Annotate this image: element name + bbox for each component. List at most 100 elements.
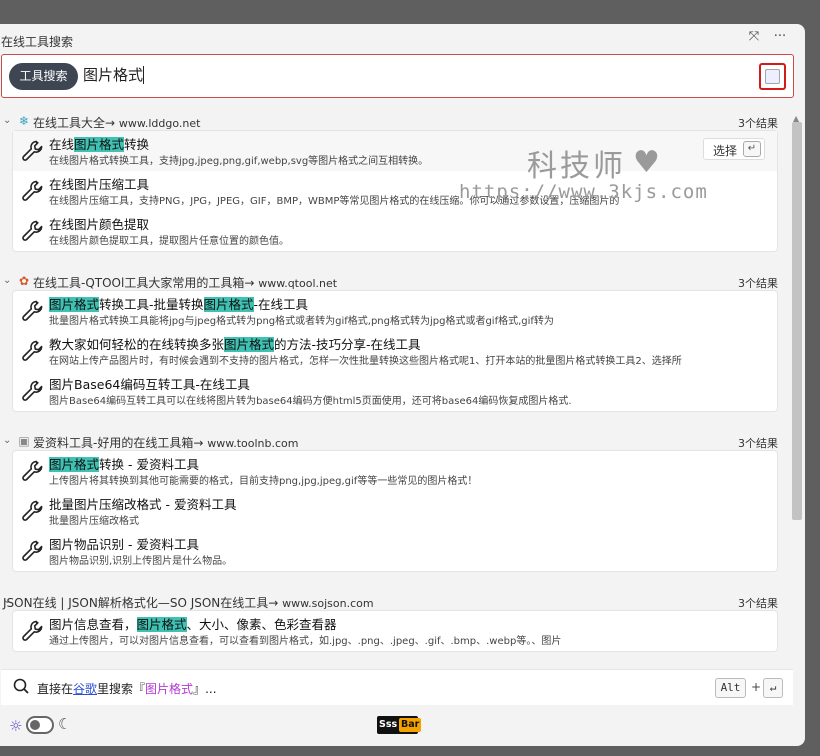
result-item[interactable]: 图片物品识别 - 爱资料工具图片物品识别,识别上传图片是什么物品。	[13, 531, 777, 571]
enter-key-icon: ↵	[743, 141, 761, 157]
group-title[interactable]: JSON在线 | JSON解析格式化—SO JSON在线工具→ www.sojs…	[3, 594, 374, 611]
sun-icon[interactable]: ☼	[9, 717, 22, 735]
more-icon[interactable]: ···	[770, 29, 790, 44]
result-count: 3个结果	[738, 117, 778, 130]
scroll-thumb[interactable]	[792, 122, 802, 520]
result-title[interactable]: 图片信息查看，图片格式、大小、像素、色彩查看器	[49, 614, 337, 633]
result-item[interactable]: 图片Base64编码互转工具-在线工具图片Base64编码互转工具可以在线将图片…	[13, 371, 777, 411]
result-title[interactable]: 在线图片压缩工具	[49, 174, 149, 193]
screenshot-search-button[interactable]	[759, 63, 786, 90]
group-header[interactable]: ⌄ ▣ 爱资料工具-好用的在线工具箱→ www.toolnb.com 3个结果	[0, 432, 790, 452]
results-list: ⌄ ❄ 在线工具大全→ www.lddgo.net 3个结果 在线图片格式转换 在线图片格…	[0, 112, 790, 668]
text-caret	[143, 66, 144, 84]
result-title[interactable]: 图片物品识别 - 爱资料工具	[49, 534, 199, 553]
select-button[interactable]: 选择 ↵	[703, 138, 765, 160]
result-description: 批量图片压缩改格式	[49, 516, 139, 527]
result-count: 3个结果	[738, 597, 778, 610]
result-description: 批量图片格式转换工具能将jpg与jpeg格式转为png格式或者转为gif格式,p…	[49, 316, 554, 327]
qtool-logo-icon: ✿	[18, 274, 30, 288]
wrench-icon	[21, 299, 45, 323]
result-count: 3个结果	[738, 277, 778, 290]
wrench-icon	[21, 139, 45, 163]
web-search-text: 直接在谷歌里搜索『图片格式』...	[37, 682, 217, 696]
wrench-icon	[21, 379, 45, 403]
group-domain: www.lddgo.net	[118, 117, 201, 130]
wrench-icon	[21, 339, 45, 363]
result-title[interactable]: 教大家如何轻松的在线转换多张图片格式的方法-技巧分享-在线工具	[49, 334, 421, 353]
pin-icon[interactable]: ⤧	[744, 29, 764, 44]
result-description: 图片物品识别,识别上传图片是什么物品。	[49, 556, 233, 567]
result-item[interactable]: 在线图片格式转换在线图片格式转换工具，支持jpg,jpeg,png,gif,we…	[13, 131, 777, 171]
keyword-highlight: 图片格式	[49, 297, 100, 312]
group-results-card: 在线图片格式转换在线图片格式转换工具，支持jpg,jpeg,png,gif,we…	[12, 130, 778, 252]
key-plus: +	[751, 680, 762, 694]
result-title[interactable]: 批量图片压缩改格式 - 爱资料工具	[49, 494, 236, 513]
result-description: 在网站上传产品图片时，有时候会遇到不支持的图片格式，怎样一次性批量转换这些图片格…	[49, 356, 682, 367]
group-domain: www.toolnb.com	[207, 437, 299, 450]
result-item[interactable]: 图片格式转换 - 爱资料工具 上传图片将其转换到其他可能需要的格式，目前支持png…	[13, 451, 777, 491]
group-title[interactable]: 爱资料工具-好用的在线工具箱→ www.toolnb.com	[33, 434, 298, 451]
toolnb-logo-icon: ▣	[18, 434, 30, 448]
group-title[interactable]: 在线工具-QTOOl工具大家常用的工具箱→ www.qtool.net	[33, 274, 337, 291]
result-title[interactable]: 在线图片颜色提取	[49, 214, 149, 233]
chevron-down-icon[interactable]: ⌄	[3, 275, 11, 286]
bottom-bar: ☼ ☾ Sss Bar	[0, 712, 805, 746]
result-description: 在线图片压缩工具，支持PNG，JPG，JPEG，GIF，BMP，WBMP等常见图…	[49, 196, 620, 207]
search-mode-tag[interactable]: 工具搜索	[9, 63, 78, 90]
group-header[interactable]: ⌄ ❄ 在线工具大全→ www.lddgo.net 3个结果	[0, 112, 790, 132]
keyword-highlight: 图片格式	[224, 337, 275, 352]
moon-icon[interactable]: ☾	[58, 715, 71, 733]
theme-toggle[interactable]	[26, 716, 54, 734]
sssbar-logo: Sss Bar	[377, 716, 422, 734]
keyword-highlight: 图片格式	[203, 297, 254, 312]
wrench-icon	[21, 459, 45, 483]
chevron-down-icon[interactable]: ⌄	[3, 435, 11, 446]
result-count: 3个结果	[738, 437, 778, 450]
results-scrollbar[interactable]: ▲	[790, 112, 804, 668]
group-results-card: 图片信息查看，图片格式、大小、像素、色彩查看器通过上传图片，可以对图片信息查看，…	[12, 610, 778, 652]
wrench-icon	[21, 619, 45, 643]
result-item[interactable]: 图片信息查看，图片格式、大小、像素、色彩查看器通过上传图片，可以对图片信息查看，…	[13, 611, 777, 651]
search-icon	[13, 678, 29, 694]
result-description: 在线图片颜色提取工具，提取图片任意位置的颜色值。	[49, 236, 289, 247]
result-title[interactable]: 在线图片格式转换	[49, 134, 149, 153]
result-description: 图片Base64编码互转工具可以在线将图片转为base64编码方便html5页面…	[49, 396, 572, 407]
group-title[interactable]: 在线工具大全→ www.lddgo.net	[33, 114, 200, 131]
result-title[interactable]: 图片格式转换工具-批量转换图片格式-在线工具	[49, 294, 308, 313]
search-engine-link[interactable]: 谷歌	[73, 682, 97, 696]
result-title[interactable]: 图片Base64编码互转工具-在线工具	[49, 374, 250, 393]
result-item[interactable]: 图片格式转换工具-批量转换图片格式-在线工具批量图片格式转换工具能将jpg与jp…	[13, 291, 777, 331]
result-item[interactable]: 批量图片压缩改格式 - 爱资料工具批量图片压缩改格式	[13, 491, 777, 531]
result-description: 在线图片格式转换工具，支持jpg,jpeg,png,gif,webp,svg等图…	[49, 156, 429, 167]
result-item[interactable]: 在线图片颜色提取在线图片颜色提取工具，提取图片任意位置的颜色值。	[13, 211, 777, 251]
chevron-down-icon[interactable]: ⌄	[3, 115, 11, 126]
wrench-icon	[21, 539, 45, 563]
keyword-highlight: 图片格式	[136, 617, 187, 632]
keyword-highlight: 图片格式	[49, 457, 100, 472]
web-search-row[interactable]: 直接在谷歌里搜索『图片格式』... Alt + ↵	[1, 669, 793, 705]
group-header[interactable]: ⌄ JSON在线 | JSON解析格式化—SO JSON在线工具→ www.soj…	[0, 592, 790, 612]
result-description: 通过上传图片，可以对图片信息查看，可以查看到图片格式，如.jpg、.png、.j…	[49, 636, 562, 647]
window-title: 在线工具搜索	[1, 35, 74, 49]
search-input[interactable]	[83, 65, 683, 83]
result-item[interactable]: 教大家如何轻松的在线转换多张图片格式的方法-技巧分享-在线工具在网站上传产品图片…	[13, 331, 777, 371]
keyword-highlight: 图片格式	[74, 137, 125, 152]
wrench-icon	[21, 219, 45, 243]
lddgo-logo-icon: ❄	[18, 114, 30, 128]
result-item[interactable]: 在线图片压缩工具在线图片压缩工具，支持PNG，JPG，JPEG，GIF，BMP，…	[13, 171, 777, 211]
enter-key: ↵	[763, 678, 783, 698]
wrench-icon	[21, 179, 45, 203]
group-domain: www.sojson.com	[282, 597, 374, 610]
screenshot-search-icon	[765, 69, 780, 84]
search-keyword: 图片格式	[145, 682, 194, 696]
tool-search-window: 在线工具搜索 ⤧ ··· 工具搜索 ⌄ ❄在线工具大全→ www.lddgo.ne…	[0, 24, 805, 746]
wrench-icon	[21, 499, 45, 523]
group-results-card: 图片格式转换 - 爱资料工具 上传图片将其转换到其他可能需要的格式，目前支持png…	[12, 450, 778, 572]
title-bar: 在线工具搜索 ⤧ ···	[0, 24, 805, 54]
result-title[interactable]: 图片格式转换 - 爱资料工具	[49, 454, 199, 473]
search-bar: 工具搜索	[1, 54, 794, 98]
group-domain: www.qtool.net	[258, 277, 338, 290]
toggle-knob	[30, 720, 40, 730]
group-header[interactable]: ⌄ ✿ 在线工具-QTOOl工具大家常用的工具箱→ www.qtool.net 3个结…	[0, 272, 790, 292]
alt-key: Alt	[715, 678, 746, 698]
